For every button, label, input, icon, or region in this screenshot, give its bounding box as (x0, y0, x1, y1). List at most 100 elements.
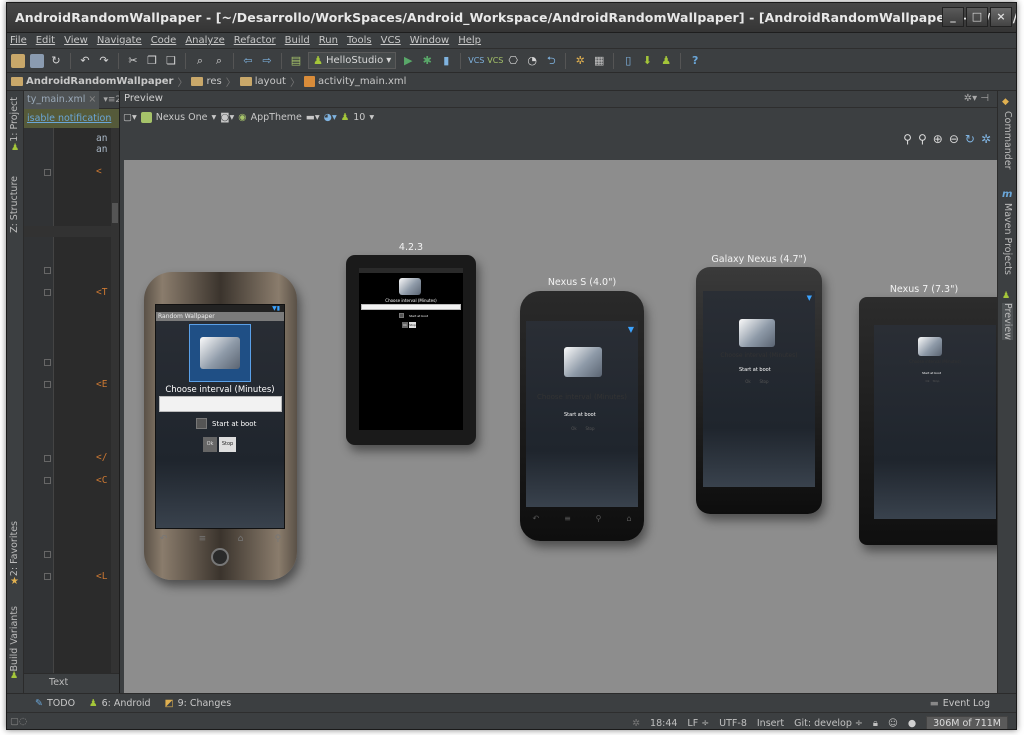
start-at-boot-checkbox[interactable] (399, 313, 404, 318)
ok-button[interactable]: Ok (203, 437, 217, 452)
fold-marker[interactable] (44, 267, 51, 274)
code-line[interactable]: an (96, 144, 107, 155)
git-branch[interactable]: Git: develop ÷ (794, 718, 863, 729)
orientation-icon[interactable]: ◙▾ (220, 112, 234, 123)
ok-button[interactable]: Ok (569, 425, 579, 433)
redo-icon[interactable]: ↷ (97, 54, 111, 68)
undo-icon[interactable]: ↶ (78, 54, 92, 68)
api-level-select[interactable]: 10 (353, 112, 365, 123)
zoom-fit-icon[interactable]: ⚲ (918, 132, 927, 146)
menu-run[interactable]: Run (319, 35, 338, 46)
menu-help[interactable]: Help (458, 35, 481, 46)
scroll-thumb[interactable] (112, 203, 118, 223)
device-frame-icon[interactable]: ▢▾ (123, 112, 137, 123)
vcs-revert-icon[interactable]: ⮌ (544, 54, 558, 68)
fold-marker[interactable] (44, 477, 51, 484)
locale-icon[interactable]: ◕▾ (324, 112, 337, 123)
settings-icon[interactable]: ✲ (573, 54, 587, 68)
forward-icon[interactable]: ⇨ (260, 54, 274, 68)
disable-notification-link[interactable]: isable notification (24, 109, 119, 128)
close-button[interactable]: × (990, 7, 1012, 27)
code-line[interactable]: <T (96, 287, 107, 298)
event-indicator-icon[interactable]: ● (908, 718, 916, 729)
fold-marker[interactable] (44, 455, 51, 462)
menu-navigate[interactable]: Navigate (97, 35, 142, 46)
gear-icon[interactable]: ✲▾ ⊣ (964, 93, 989, 104)
project-structure-icon[interactable]: ▦ (592, 54, 606, 68)
open-folder-icon[interactable] (11, 53, 25, 68)
menu-tools[interactable]: Tools (347, 35, 372, 46)
stop-button[interactable]: Stop (584, 425, 596, 433)
run-config-select[interactable]: ♟ HelloStudio ▾ (308, 52, 397, 69)
interval-input[interactable] (159, 396, 282, 412)
run-icon[interactable]: ▶ (401, 54, 415, 68)
start-at-boot-row[interactable]: Start at boot (564, 412, 596, 418)
breadcrumb-res[interactable]: res (191, 76, 222, 87)
ok-button[interactable]: Ok (402, 322, 408, 328)
make-project-icon[interactable]: ▤ (289, 54, 303, 68)
tab-structure[interactable]: Z: Structure (9, 176, 20, 233)
wallpaper-image[interactable] (189, 324, 251, 382)
stop-button[interactable]: Stop (409, 322, 416, 328)
code-line[interactable]: < (96, 166, 102, 177)
inspector-icon[interactable]: ☺ (888, 718, 898, 729)
tab-text[interactable]: Text (49, 677, 68, 688)
ok-button[interactable]: Ok (924, 379, 931, 384)
refresh-icon[interactable]: ↻ (965, 132, 975, 146)
sync-icon[interactable]: ↻ (49, 54, 63, 68)
tab-maven-projects[interactable]: Maven Projects (1002, 203, 1013, 275)
vcs-compare-icon[interactable]: ⎔ (506, 54, 520, 68)
code-line[interactable]: <E (96, 379, 107, 390)
help-icon[interactable]: ? (688, 54, 702, 68)
fold-marker[interactable] (44, 381, 51, 388)
memory-indicator[interactable]: 306M of 711M (926, 716, 1008, 729)
attach-debugger-icon[interactable]: ▮ (439, 54, 453, 68)
paste-icon[interactable]: ❏ (164, 54, 178, 68)
fold-marker[interactable] (44, 551, 51, 558)
fold-marker[interactable] (44, 169, 51, 176)
fold-marker[interactable] (44, 573, 51, 580)
file-encoding[interactable]: UTF-8 (719, 718, 747, 729)
menu-edit[interactable]: Edit (36, 35, 55, 46)
replace-icon[interactable]: ⌕ (212, 54, 226, 68)
minimize-button[interactable]: _ (942, 7, 964, 27)
save-icon[interactable] (30, 53, 44, 68)
code-line[interactable]: </ (96, 452, 107, 463)
line-separator[interactable]: LF ÷ (687, 718, 709, 729)
tab-preview[interactable]: Preview (1002, 303, 1013, 340)
fold-marker[interactable] (44, 359, 51, 366)
zoom-in-icon[interactable]: ⊕ (933, 132, 943, 146)
breadcrumb-project[interactable]: AndroidRandomWallpaper (11, 76, 173, 87)
start-at-boot-checkbox[interactable] (196, 418, 207, 429)
device-select[interactable]: Nexus One (156, 112, 208, 123)
menu-window[interactable]: Window (410, 35, 449, 46)
find-icon[interactable]: ⌕ (193, 54, 207, 68)
tab-project[interactable]: 1: Project (9, 97, 20, 142)
menu-file[interactable]: File (10, 35, 27, 46)
android-monitor-icon[interactable]: ♟ (659, 54, 673, 68)
tab-build-variants[interactable]: Build Variants (9, 606, 20, 672)
zoom-out-icon[interactable]: ⊖ (949, 132, 959, 146)
theme-select[interactable]: AppTheme (251, 112, 302, 123)
interval-input[interactable] (361, 304, 461, 310)
start-at-boot-row[interactable]: Start at boot (739, 367, 771, 373)
zoom-actual-icon[interactable]: ⚲ (903, 132, 912, 146)
close-tab-icon[interactable]: × (88, 94, 96, 105)
activity-icon[interactable]: ▬▾ (306, 112, 320, 123)
code-line[interactable]: an (96, 133, 107, 144)
tab-commander[interactable]: Commander (1002, 111, 1013, 170)
menu-code[interactable]: Code (151, 35, 177, 46)
tool-windows-icon[interactable]: ▢◌ (10, 716, 27, 727)
caret-position[interactable]: 18:44 (650, 718, 677, 729)
avd-manager-icon[interactable]: ▯ (621, 54, 635, 68)
menu-view[interactable]: View (64, 35, 88, 46)
copy-icon[interactable]: ❐ (145, 54, 159, 68)
tab-event-log[interactable]: ▬ Event Log (930, 698, 990, 709)
breadcrumb-file[interactable]: activity_main.xml (303, 76, 406, 87)
fold-marker[interactable] (44, 289, 51, 296)
vcs-history-icon[interactable]: ◔ (525, 54, 539, 68)
tab-android[interactable]: ♟ 6: Android (89, 698, 151, 709)
stop-button[interactable]: Stop (932, 379, 940, 384)
breadcrumb-layout[interactable]: layout (239, 76, 286, 87)
debug-icon[interactable]: ✱ (420, 54, 434, 68)
